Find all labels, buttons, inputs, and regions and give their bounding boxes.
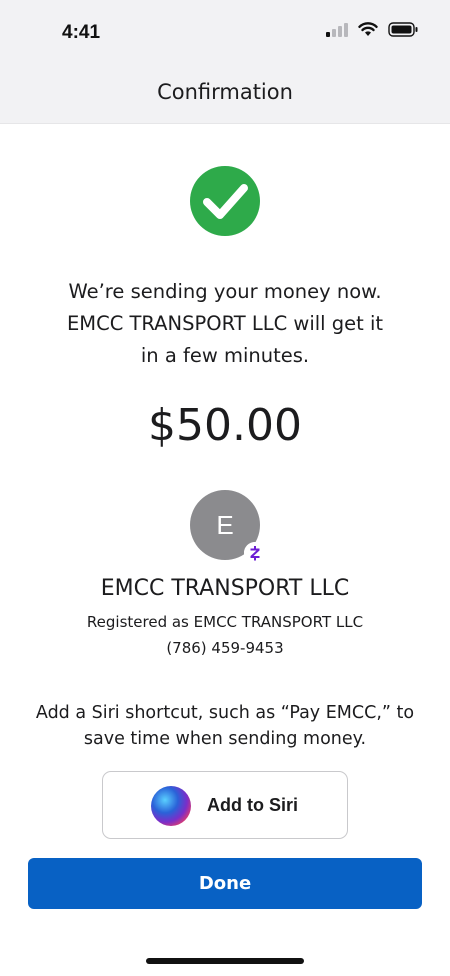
home-indicator[interactable]: [146, 958, 304, 964]
navigation-header: Confirmation: [0, 60, 450, 124]
add-to-siri-label: Add to Siri: [207, 795, 298, 815]
done-button[interactable]: Done: [28, 858, 422, 909]
message-line: in a few minutes.: [140, 344, 310, 367]
siri-prompt-line: Add a Siri shortcut, such as “Pay EMCC,”…: [35, 703, 415, 723]
page-title: Confirmation: [157, 80, 293, 104]
status-bar: 4:41: [0, 0, 450, 60]
zelle-icon: [244, 542, 266, 564]
registered-name: Registered as EMCC TRANSPORT LLC: [86, 613, 364, 631]
status-time: 4:41: [62, 22, 101, 43]
siri-icon: [151, 786, 191, 826]
message-line: EMCC TRANSPORT LLC will get it: [66, 312, 384, 335]
recipient-phone: (786) 459-9453: [166, 639, 284, 657]
siri-prompt: Add a Siri shortcut, such as “Pay EMCC,”…: [16, 700, 434, 752]
amount: $50.00: [148, 400, 302, 451]
checkmark-icon: [190, 166, 260, 236]
battery-icon: [388, 22, 418, 41]
siri-prompt-line: save time when sending money.: [83, 729, 367, 749]
cellular-signal-icon: [326, 22, 348, 41]
confirmation-message: We’re sending your money now. EMCC TRANS…: [20, 276, 430, 372]
add-to-siri-button[interactable]: Add to Siri: [102, 771, 348, 839]
recipient-name: EMCC TRANSPORT LLC: [100, 576, 350, 601]
message-line: We’re sending your money now.: [68, 280, 382, 303]
status-icons: [326, 22, 418, 41]
wifi-icon: [358, 22, 378, 41]
